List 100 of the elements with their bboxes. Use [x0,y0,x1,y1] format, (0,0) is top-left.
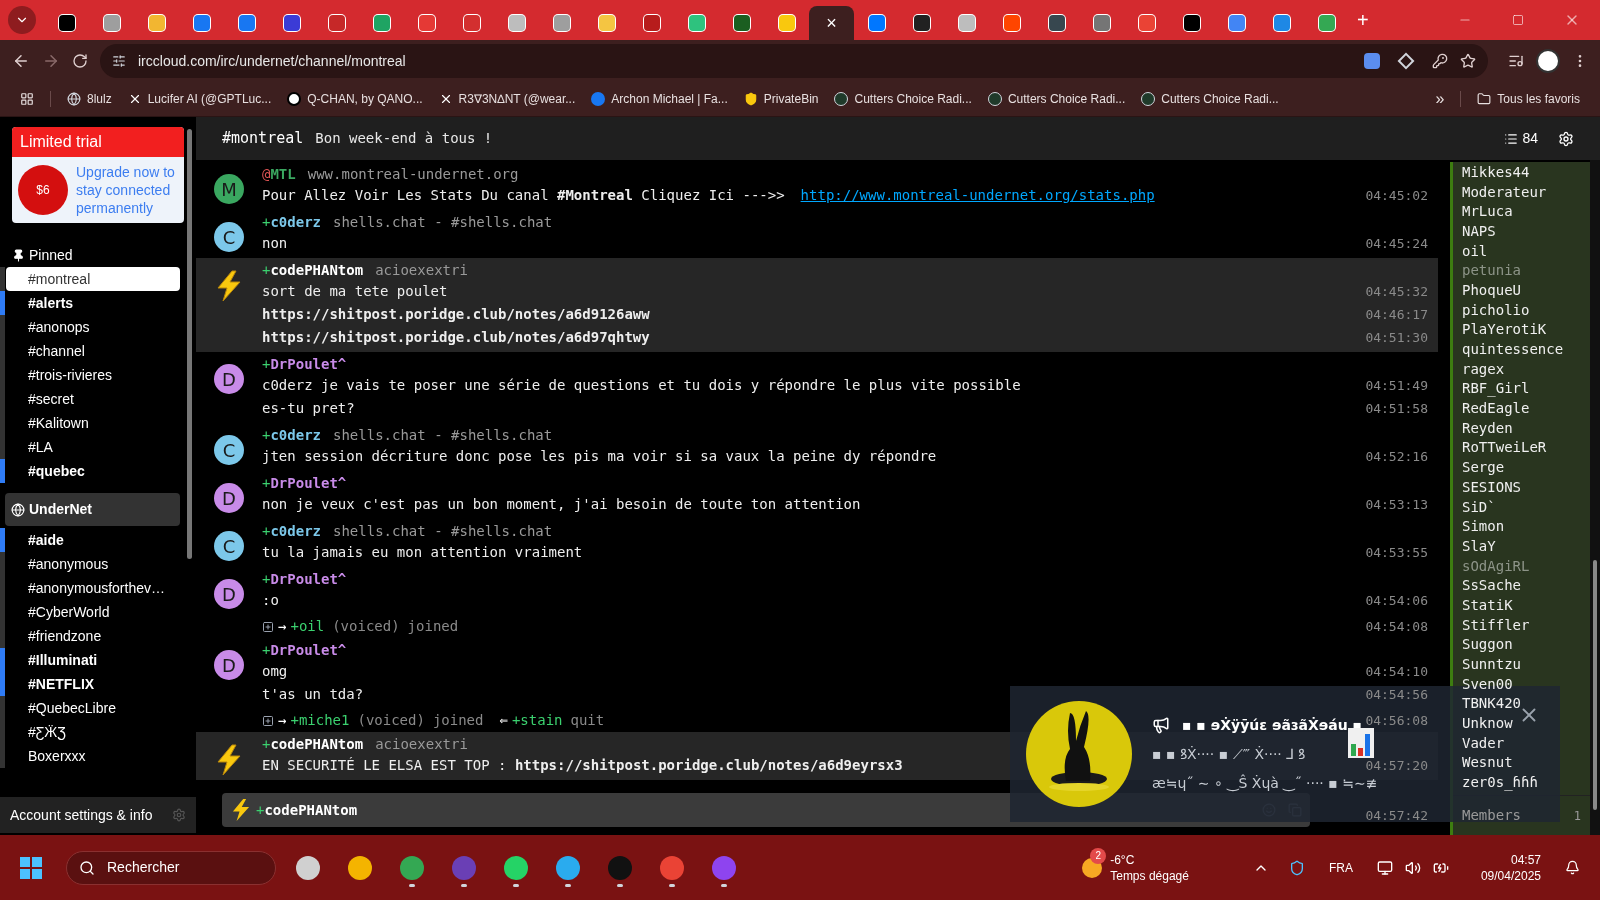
extension-icon[interactable] [1364,53,1380,69]
member-name[interactable]: Mikkes44 [1462,162,1530,181]
price-badge[interactable]: $6 [18,165,68,215]
member-name[interactable]: MrLuca [1462,202,1513,221]
member-name[interactable]: RedEagle [1462,399,1530,418]
site-settings-icon[interactable] [112,54,126,68]
maximize-icon[interactable] [1512,14,1524,26]
channel-item[interactable]: #Kalitown [6,411,180,435]
channel-item[interactable]: #anonymousforthev… [6,576,180,600]
taskbar-app-icon[interactable] [556,856,580,880]
member-name[interactable]: RBF_Girl [1462,379,1530,398]
nickname[interactable]: +DrPoulet^ [262,568,347,590]
taskbar-app-icon[interactable] [504,856,528,880]
apps-icon[interactable] [20,92,34,106]
nickname[interactable]: +c0derz [262,520,321,542]
new-tab-button[interactable]: + [1357,5,1369,35]
clock-date[interactable]: 09/04/2025 [1480,867,1541,884]
volume-icon[interactable] [1404,859,1421,876]
bookmark-link[interactable]: Cutters Choice Radi... [987,90,1126,108]
member-name[interactable]: NAPS [1462,221,1496,240]
clock-time[interactable]: 04:57 [1510,851,1541,868]
taskbar-search[interactable]: Rechercher [66,850,276,885]
network-header[interactable]: UnderNet [5,493,180,526]
upgrade-link[interactable]: Upgrade now to stay connected permanently [76,163,178,217]
taskbar-app-icon[interactable] [296,856,320,880]
channel-item[interactable]: #quebec [6,459,180,483]
nickname[interactable]: +DrPoulet^ [262,472,347,494]
bookmark-link[interactable]: Lucifer AI (@GPTLuc... [127,90,272,108]
member-name[interactable]: picholio [1462,300,1530,319]
channel-item[interactable]: #montreal [6,267,180,291]
channel-item[interactable]: #QuebecLibre [6,696,180,720]
member-name[interactable]: sOdAgiRL [1462,556,1530,575]
bookmark-link[interactable]: 8lulz [67,90,112,108]
member-name[interactable]: Suggon [1462,635,1513,654]
member-name[interactable]: Vader [1462,733,1505,752]
channel-item[interactable]: #Illuminati [6,648,180,672]
channel-item[interactable]: #secret [6,387,180,411]
expand-icon[interactable] [262,714,274,727]
expand-icon[interactable] [262,620,274,633]
nickname[interactable]: +DrPoulet^ [262,353,347,375]
channel-item[interactable]: Boxerxxx [6,744,180,768]
member-scrollbar[interactable] [1593,560,1597,810]
member-name[interactable]: SlaY [1462,536,1496,555]
channel-item[interactable]: #anonops [6,315,180,339]
bookmark-link[interactable]: Cutters Choice Radi... [834,90,972,108]
channel-item[interactable]: #anonymous [6,552,180,576]
nickname[interactable]: +codePHANtom [262,733,364,755]
start-icon[interactable] [20,856,42,879]
reload-icon[interactable] [72,53,88,69]
member-name[interactable]: PhoqueU [1462,280,1521,299]
bookmark-link[interactable]: PrivateBin [743,90,819,108]
channel-item[interactable]: #friendzone [6,624,180,648]
channel-item[interactable]: #NETFLIX [6,672,180,696]
member-name[interactable]: ragex [1462,359,1505,378]
bookmark-link[interactable]: Cutters Choice Radi... [1141,90,1279,108]
address-bar[interactable]: irccloud.com/irc/undernet/channel/montreal [100,44,1488,78]
member-name[interactable]: Moderateur [1462,182,1547,201]
member-name[interactable]: Sunntzu [1462,655,1521,674]
link[interactable]: http://www.montreal-undernet.org/stats.php [800,185,1155,206]
channel-item[interactable]: #trois-rivieres [6,363,180,387]
all-bookmarks-link[interactable]: Tous les favoris [1477,90,1580,108]
member-name[interactable]: zer0s_ɦɦɦ [1462,773,1538,792]
channel-item[interactable]: #alerts [6,291,180,315]
security-icon[interactable] [1288,859,1305,876]
forward-icon[interactable] [42,52,60,70]
sidebar-scrollbar[interactable] [187,129,192,559]
member-name[interactable]: SiD` [1462,497,1496,516]
member-name[interactable]: StatiK [1462,595,1513,614]
bookmark-link[interactable]: R3∇3N∆NT (@wear... [438,90,576,108]
key-icon[interactable] [1432,53,1448,69]
member-name[interactable]: PlaYerotiK [1462,320,1547,339]
member-name[interactable]: TBNK420 [1462,694,1521,713]
member-name[interactable]: Serge [1462,458,1505,477]
nickname[interactable]: @MTL [262,163,296,185]
member-count-button[interactable]: 84 [1504,128,1538,149]
browser-tab[interactable]: × [809,6,854,40]
nickname[interactable]: +DrPoulet^ [262,639,347,661]
member-name[interactable]: Stiffler [1462,615,1530,634]
more-bookmarks-button[interactable]: » [1435,87,1445,111]
media-icon[interactable] [1508,53,1524,69]
nickname[interactable]: +c0derz [262,211,321,233]
nickname[interactable]: +c0derz [262,424,321,446]
member-name[interactable]: Reyden [1462,418,1513,437]
bookmark-link[interactable]: Q-CHAN, by QANO... [287,90,423,108]
network-icon[interactable] [1376,859,1393,876]
notifications-icon[interactable] [1565,860,1580,875]
member-name[interactable]: Unknow [1462,714,1513,733]
member-name[interactable]: SESIONS [1462,477,1521,496]
channel-item[interactable]: #channel [6,339,180,363]
member-name[interactable]: RoTTweiLeR [1462,438,1547,457]
nickname[interactable]: +codePHANtom [262,259,364,281]
account-bar[interactable]: Account settings & info [0,797,196,833]
language-indicator[interactable]: FRA [1328,858,1353,877]
back-icon[interactable] [12,52,30,70]
taskbar-app-icon[interactable] [400,856,424,880]
bookmark-star-icon[interactable] [1460,53,1476,69]
channel-item[interactable]: #CyberWorld [6,600,180,624]
profile-avatar[interactable] [1536,49,1560,73]
member-name[interactable]: oil [1462,241,1488,260]
member-name[interactable]: Simon [1462,517,1505,536]
